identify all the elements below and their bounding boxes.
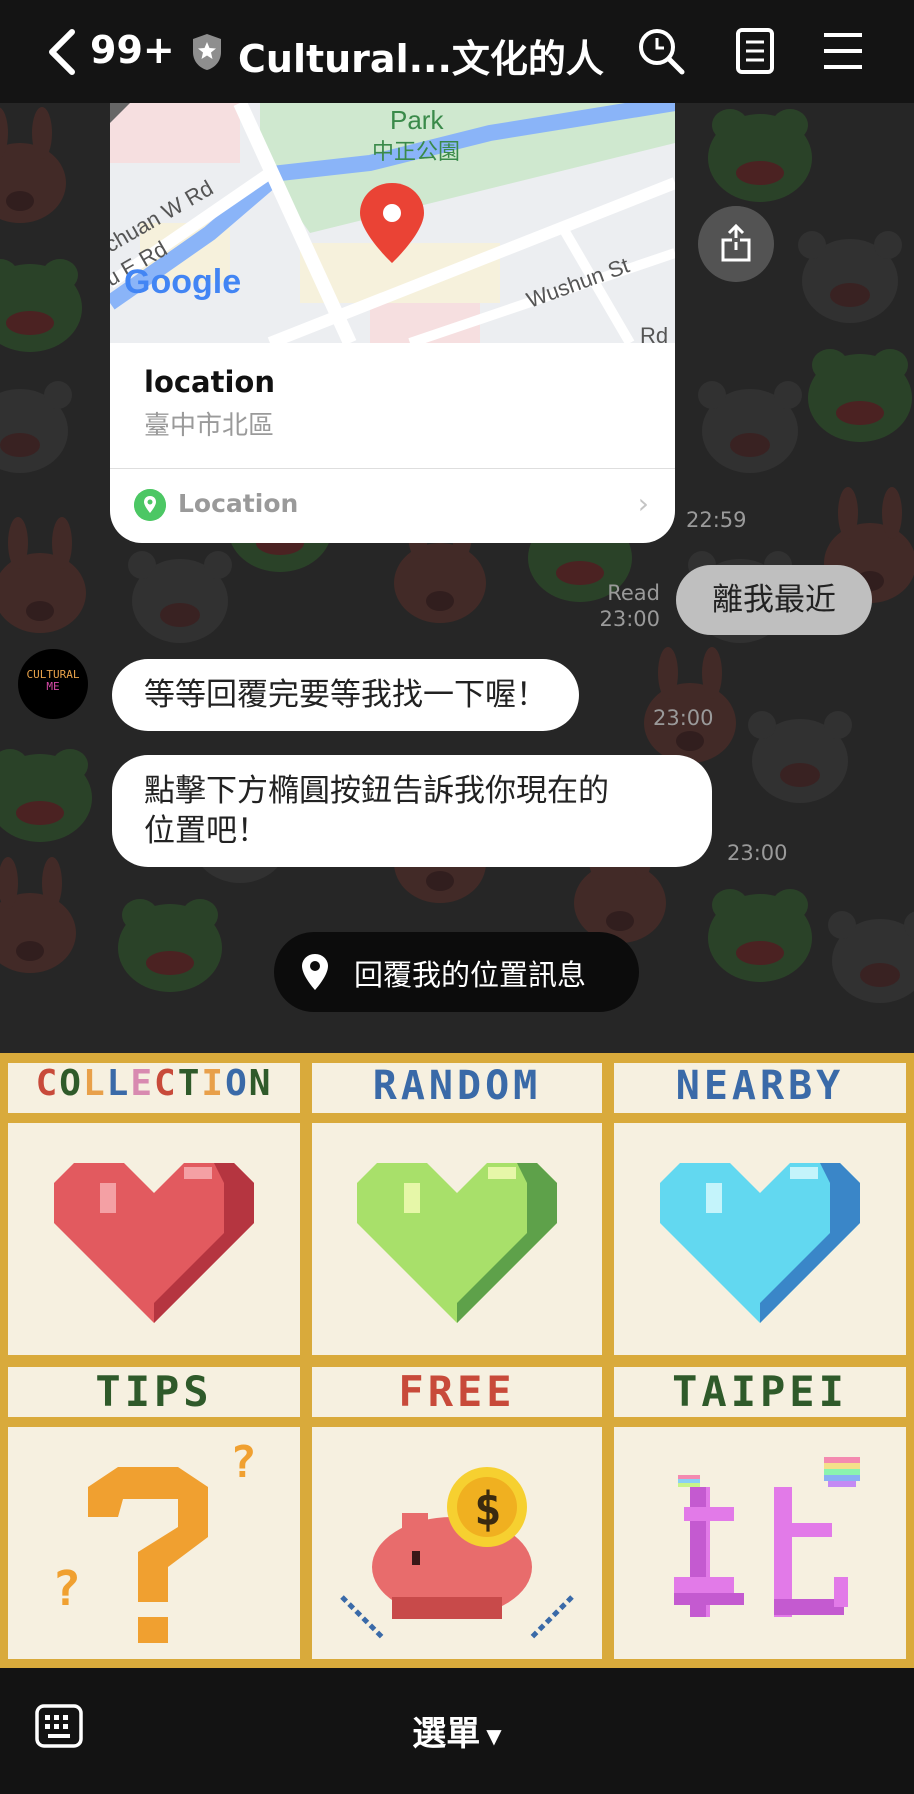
small-question-icon: ? <box>230 1437 257 1488</box>
blue-heart-icon <box>660 1163 860 1323</box>
quick-reply-location-button[interactable]: 回覆我的位置訊息 <box>274 932 639 1012</box>
shield-icon <box>193 34 221 70</box>
outgoing-message[interactable]: 離我最近 <box>676 565 872 635</box>
menu-toggle-button[interactable]: 選單 ▼ <box>0 1706 914 1755</box>
read-receipt: Read <box>607 581 660 605</box>
chevron-right-icon: › <box>637 487 649 520</box>
chat-title[interactable]: Cultural...文化的人 <box>238 28 604 83</box>
google-logo: Google <box>124 263 241 301</box>
timestamp: 23:00 <box>653 706 714 730</box>
nearby-button[interactable] <box>614 1123 906 1355</box>
menu-label-text: COLLECTION <box>35 1063 273 1104</box>
location-link[interactable]: Location › <box>110 469 675 543</box>
menu-label-nearby[interactable]: NEARBY <box>614 1063 906 1113</box>
piggy-bank-icon: $ <box>340 1467 574 1639</box>
map-label-park-cn: 中正公園 <box>372 139 460 164</box>
tips-button[interactable]: ? ? <box>8 1427 300 1659</box>
timestamp: 23:00 <box>727 841 788 865</box>
menu-label-random[interactable]: RANDOM <box>312 1063 602 1113</box>
bottom-bar: 選單 ▼ <box>0 1668 914 1794</box>
incoming-message[interactable]: 等等回覆完要等我找一下喔！ <box>112 659 579 731</box>
menu-label-free[interactable]: FREE <box>312 1367 602 1417</box>
message-text: 點擊下方橢圓按鈕告訴我你現在的 <box>144 773 609 809</box>
share-icon[interactable] <box>698 206 774 282</box>
rainbow-heart-icon <box>824 1457 860 1487</box>
location-pin-icon <box>302 954 328 990</box>
chevron-left-icon[interactable] <box>44 28 80 76</box>
red-heart-icon <box>54 1163 254 1323</box>
caret-down-icon: ▼ <box>486 1723 502 1748</box>
unread-count[interactable]: 99+ <box>90 28 175 72</box>
message-text: 位置吧！ <box>144 813 268 849</box>
menu-label-text: RANDOM <box>372 1063 542 1109</box>
map-preview[interactable]: Park 中正公園 chuan W Rd nu E Rd Wushun St R… <box>110 103 675 343</box>
free-button[interactable]: $ <box>312 1427 602 1659</box>
collection-button[interactable] <box>8 1123 300 1355</box>
avatar[interactable]: CULTURAL ME <box>18 649 88 719</box>
rich-menu: COLLECTION RANDOM NEARBY TIPS FREE TAIPE… <box>0 1053 914 1668</box>
timestamp: 23:00 <box>599 607 660 631</box>
chat-area[interactable]: Park 中正公園 chuan W Rd nu E Rd Wushun St R… <box>0 103 914 1053</box>
taipei-character-icon <box>674 1457 860 1617</box>
menu-label-text: TIPS <box>95 1367 213 1416</box>
message-text: 離我最近 <box>712 582 836 618</box>
menu-label-taipei[interactable]: TAIPEI <box>614 1367 906 1417</box>
dollar-icon: $ <box>474 1482 502 1536</box>
taipei-button[interactable] <box>614 1427 906 1659</box>
location-address: 臺中市北區 <box>144 411 275 441</box>
rainbow-heart-icon <box>678 1475 700 1487</box>
green-heart-icon <box>357 1163 557 1323</box>
map-label-park: Park <box>390 105 444 135</box>
incoming-message[interactable]: 點擊下方橢圓按鈕告訴我你現在的 位置吧！ <box>112 755 712 867</box>
small-question-icon: ? <box>52 1561 81 1617</box>
location-card[interactable]: Park 中正公園 chuan W Rd nu E Rd Wushun St R… <box>110 103 675 543</box>
chat-header: 99+ Cultural...文化的人 <box>0 0 914 103</box>
quick-reply-label: 回覆我的位置訊息 <box>354 958 587 992</box>
map-label-road: Rd <box>640 323 668 343</box>
notes-icon[interactable] <box>730 26 780 76</box>
menu-label-collection[interactable]: COLLECTION <box>8 1063 300 1113</box>
menu-label-tips[interactable]: TIPS <box>8 1367 300 1417</box>
location-name: location <box>144 365 275 399</box>
search-icon[interactable] <box>636 26 686 76</box>
avatar-text: ME <box>46 680 60 693</box>
question-mark-icon: ? ? <box>52 1437 257 1643</box>
menu-label-text: FREE <box>398 1367 516 1416</box>
timestamp: 22:59 <box>686 508 747 532</box>
hamburger-menu-icon[interactable] <box>818 26 868 76</box>
random-button[interactable] <box>312 1123 602 1355</box>
message-text: 等等回覆完要等我找一下喔！ <box>144 677 547 713</box>
location-pin-icon <box>134 489 166 521</box>
menu-label-text: NEARBY <box>675 1063 845 1109</box>
location-link-label: Location <box>178 489 299 518</box>
menu-label-text: TAIPEI <box>672 1367 848 1416</box>
menu-toggle-label: 選單 <box>412 1714 481 1754</box>
